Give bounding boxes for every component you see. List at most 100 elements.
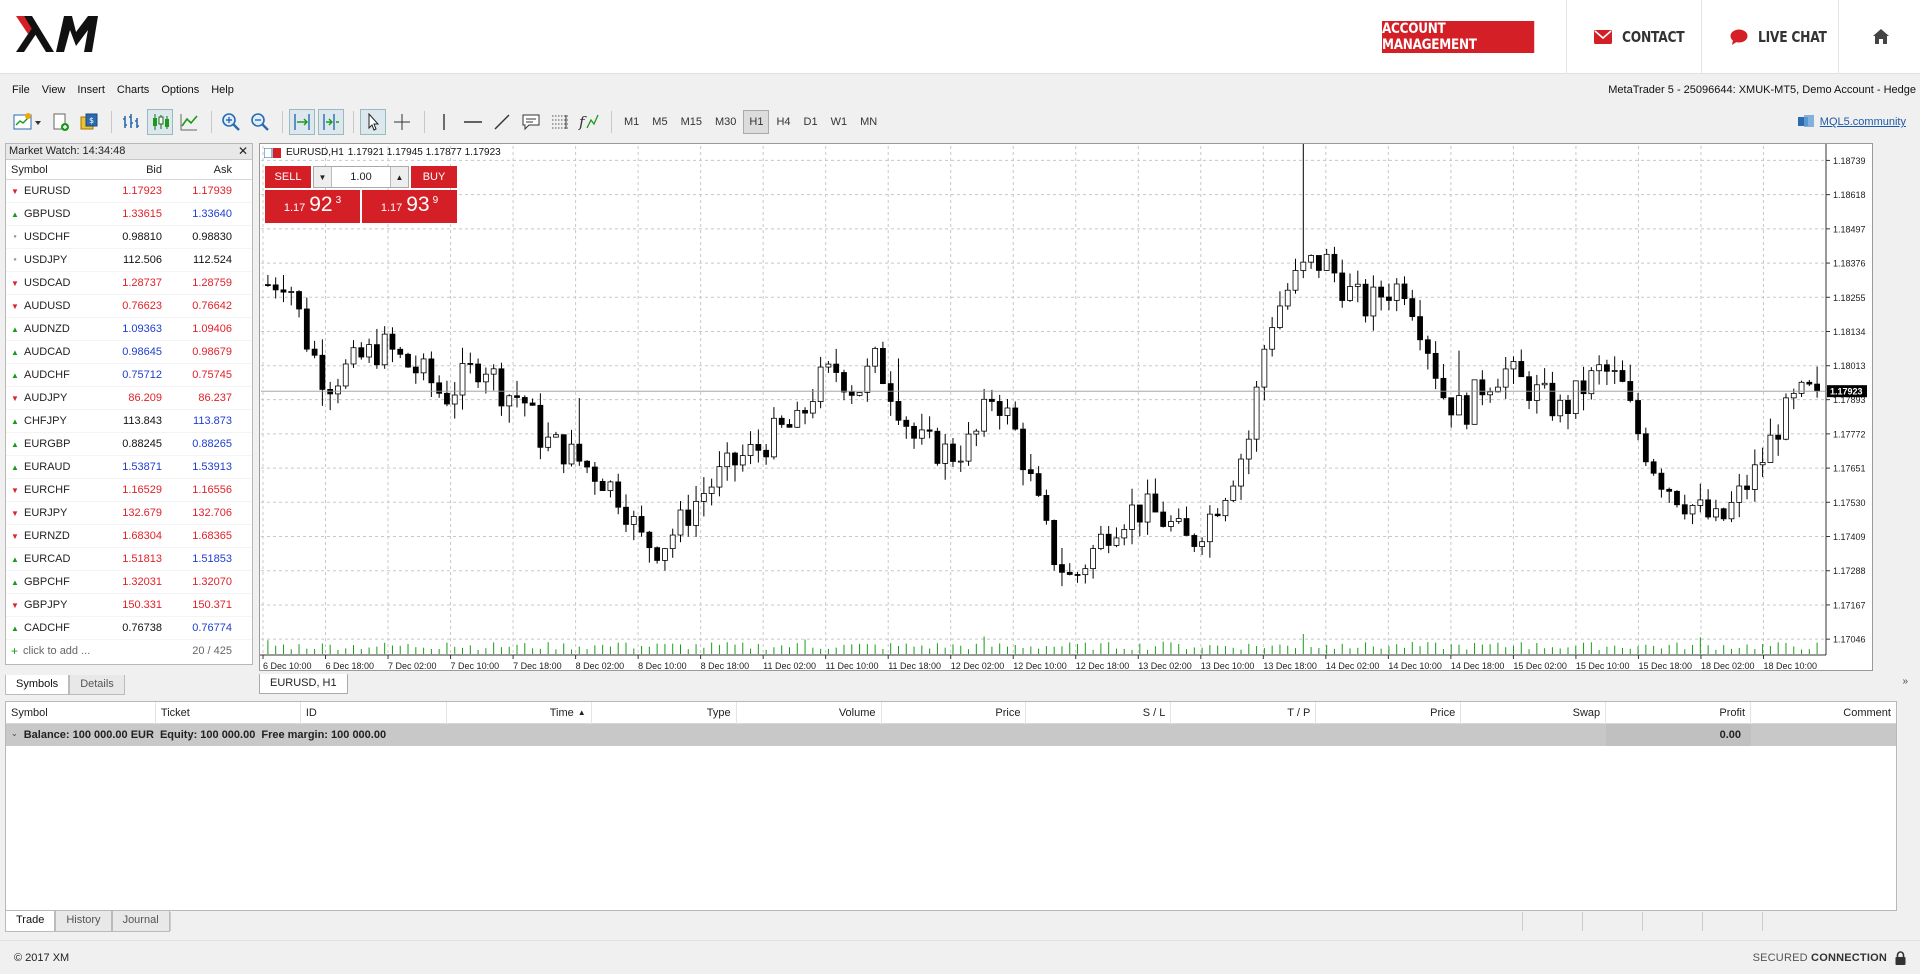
market-watch-row[interactable]: ▲ EURGBP 0.88245 0.88265 — [6, 433, 252, 456]
tab-trade[interactable]: Trade — [5, 911, 56, 932]
column-ask[interactable]: Ask — [164, 164, 234, 176]
market-watch-row[interactable]: ▲ AUDCHF 0.75712 0.75745 — [6, 364, 252, 387]
candlestick-chart-button[interactable] — [147, 109, 173, 135]
lot-size-stepper[interactable]: ▼ 1.00 ▲ — [313, 166, 409, 188]
market-watch-row[interactable]: ▲ EURCAD 1.51813 1.51853 — [6, 548, 252, 571]
market-watch-row[interactable]: ▲ CADCHF 0.76738 0.76774 — [6, 617, 252, 640]
lot-increase-icon[interactable]: ▲ — [390, 167, 408, 187]
market-watch-row[interactable]: ▲ GBPCHF 1.32031 1.32070 — [6, 571, 252, 594]
chart-tab-eurusd[interactable]: EURUSD, H1 — [259, 674, 348, 694]
candle-body — [1090, 548, 1096, 570]
market-watch-button[interactable]: $ — [76, 109, 102, 135]
market-watch-row[interactable]: ● USDJPY 112.506 112.524 — [6, 249, 252, 272]
lot-decrease-icon[interactable]: ▼ — [314, 167, 332, 187]
timeframe-h1[interactable]: H1 — [743, 110, 770, 134]
market-watch-row[interactable]: ▼ USDCAD 1.28737 1.28759 — [6, 272, 252, 295]
indicators-button[interactable]: f — [576, 109, 602, 135]
column-swap[interactable]: Swap — [1461, 701, 1607, 724]
profiles-button[interactable] — [47, 109, 73, 135]
column-sl[interactable]: S / L — [1026, 701, 1172, 724]
column-comment[interactable]: Comment — [1751, 702, 1896, 724]
mql5-community-link[interactable]: MQL5.community — [1797, 115, 1906, 129]
candle-body — [420, 358, 427, 374]
menu-view[interactable]: View — [36, 84, 72, 96]
market-watch-row[interactable]: ▲ AUDNZD 1.09363 1.09406 — [6, 318, 252, 341]
market-watch-row[interactable]: ▼ GBPJPY 150.331 150.371 — [6, 594, 252, 617]
horizontal-line-button[interactable] — [460, 109, 486, 135]
xm-logo[interactable] — [14, 14, 114, 54]
auto-scroll-button[interactable] — [289, 109, 315, 135]
zoom-out-button[interactable] — [247, 109, 273, 135]
lot-size-input[interactable]: 1.00 — [332, 171, 390, 183]
market-watch-row[interactable]: ▼ EURJPY 132.679 132.706 — [6, 502, 252, 525]
buy-price[interactable]: 1.17 93 9 — [362, 190, 457, 223]
column-ticket[interactable]: Ticket — [156, 701, 301, 724]
tab-symbols[interactable]: Symbols — [5, 675, 70, 695]
market-watch-row[interactable]: ▲ CHFJPY 113.843 113.873 — [6, 410, 252, 433]
column-current-price[interactable]: Price — [1316, 701, 1462, 724]
candle-body — [428, 358, 435, 384]
chart-window[interactable]: 1.18739 1.18618 1.18497 1.18376 1.18255 1.181… — [259, 143, 1873, 671]
timeframe-mn[interactable]: MN — [854, 110, 883, 134]
market-watch-row[interactable]: ▲ EURAUD 1.53871 1.53913 — [6, 456, 252, 479]
text-label-button[interactable] — [518, 109, 544, 135]
tab-details[interactable]: Details — [69, 675, 125, 695]
timeframe-m15[interactable]: M15 — [675, 110, 708, 134]
tab-history[interactable]: History — [55, 911, 112, 932]
column-type[interactable]: Type — [592, 701, 737, 724]
column-symbol[interactable]: Symbol — [6, 701, 156, 724]
new-chart-button[interactable] — [10, 109, 44, 135]
trend-line-button[interactable] — [489, 109, 515, 135]
zoom-in-button[interactable] — [218, 109, 244, 135]
market-watch-row[interactable]: ▼ EURUSD 1.17923 1.17939 — [6, 180, 252, 203]
bar-chart-button[interactable] — [118, 109, 144, 135]
timeframe-d1[interactable]: D1 — [798, 110, 824, 134]
market-watch-row[interactable]: ▲ GBPUSD 1.33615 1.33640 — [6, 203, 252, 226]
menu-charts[interactable]: Charts — [111, 84, 155, 96]
column-bid[interactable]: Bid — [98, 164, 164, 176]
fibonacci-button[interactable] — [547, 109, 573, 135]
column-volume[interactable]: Volume — [737, 701, 882, 724]
market-watch-row[interactable]: ● USDCHF 0.98810 0.98830 — [6, 226, 252, 249]
candle-body — [763, 449, 770, 458]
column-tp[interactable]: T / P — [1171, 701, 1317, 724]
column-profit[interactable]: Profit — [1606, 701, 1752, 724]
live-chat-link[interactable]: LIVE CHAT — [1730, 0, 1842, 74]
timeframe-h4[interactable]: H4 — [770, 110, 796, 134]
add-symbol-row[interactable]: + click to add ... 20 / 425 — [6, 640, 252, 662]
timeframe-m30[interactable]: M30 — [709, 110, 742, 134]
market-watch-row[interactable]: ▲ AUDCAD 0.98645 0.98679 — [6, 341, 252, 364]
timeframe-m5[interactable]: M5 — [646, 110, 673, 134]
home-icon[interactable] — [1873, 29, 1889, 44]
close-icon[interactable]: ✕ — [238, 144, 248, 159]
timeframe-m1[interactable]: M1 — [618, 110, 645, 134]
sell-button[interactable]: SELL — [265, 166, 311, 188]
column-time[interactable]: Time ▲ — [447, 701, 592, 724]
line-chart-button[interactable] — [176, 109, 202, 135]
contact-link[interactable]: CONTACT — [1594, 0, 1698, 74]
market-watch-row[interactable]: ▼ AUDJPY 86.209 86.237 — [6, 387, 252, 410]
cursor-button[interactable] — [360, 109, 386, 135]
chevron-right-icon[interactable]: » — [1902, 676, 1908, 687]
vertical-line-button[interactable] — [431, 109, 457, 135]
tab-journal[interactable]: Journal — [111, 911, 170, 932]
balance-row[interactable]: ⌄ Balance: 100 000.00 EUR Equity: 100 00… — [6, 724, 1896, 746]
buy-button[interactable]: BUY — [411, 166, 457, 188]
market-watch-row[interactable]: ▼ AUDUSD 0.76623 0.76642 — [6, 295, 252, 318]
market-watch-row[interactable]: ▼ EURCHF 1.16529 1.16556 — [6, 479, 252, 502]
account-management-button[interactable]: ACCOUNT MANAGEMENT — [1382, 21, 1535, 53]
menu-insert[interactable]: Insert — [71, 84, 111, 96]
menu-file[interactable]: File — [0, 84, 36, 96]
crosshair-button[interactable] — [389, 109, 415, 135]
menu-help[interactable]: Help — [205, 84, 240, 96]
column-symbol[interactable]: Symbol — [6, 164, 98, 176]
chart-shift-button[interactable] — [318, 109, 344, 135]
market-watch-row[interactable]: ▼ EURNZD 1.68304 1.68365 — [6, 525, 252, 548]
chevron-down-icon[interactable]: ⌄ — [11, 729, 18, 741]
price-chart[interactable]: 1.18739 1.18618 1.18497 1.18376 1.18255 1.181… — [260, 144, 1874, 672]
timeframe-w1[interactable]: W1 — [825, 110, 854, 134]
column-id[interactable]: ID — [301, 701, 447, 724]
menu-options[interactable]: Options — [155, 84, 205, 96]
sell-price[interactable]: 1.17 92 3 — [265, 190, 360, 223]
column-price[interactable]: Price — [882, 701, 1027, 724]
